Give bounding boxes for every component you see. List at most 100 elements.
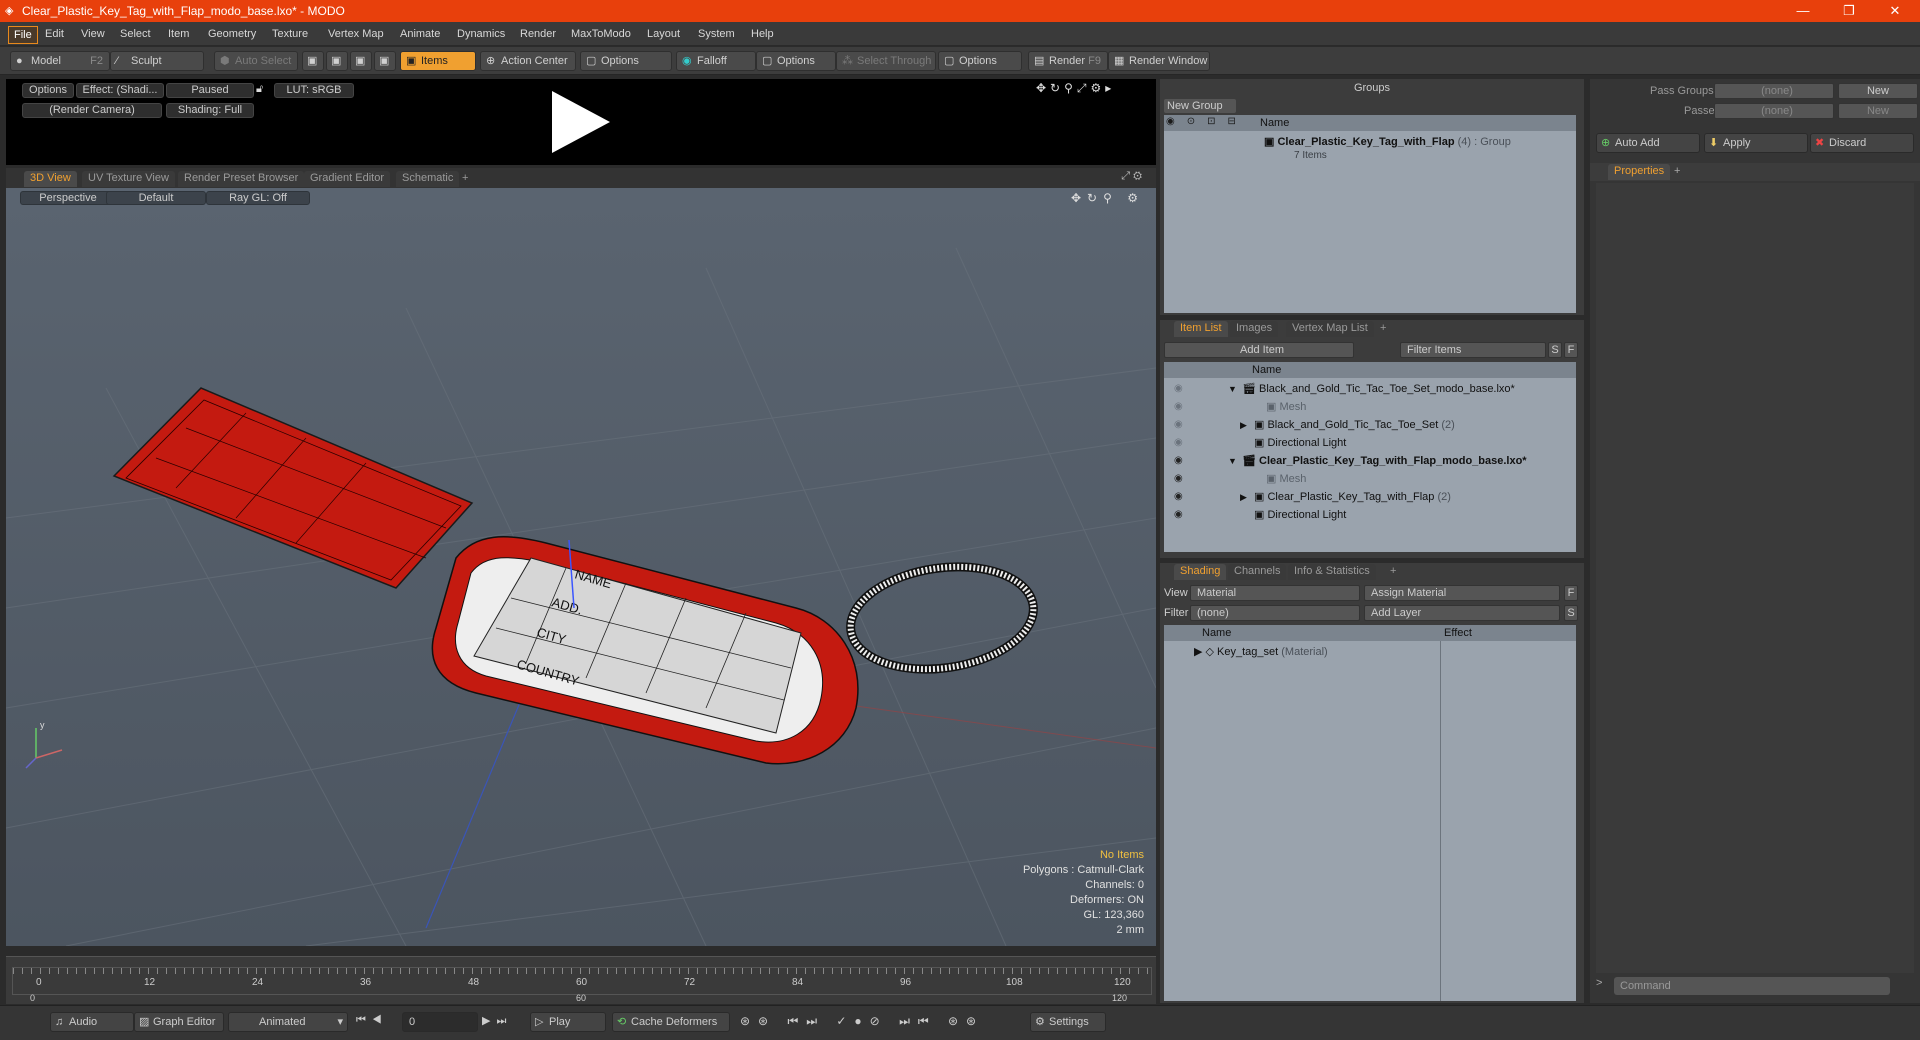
- viewport-maximize-icon[interactable]: ⤢ ⚙: [1121, 170, 1142, 183]
- new-pass-group-button[interactable]: New: [1838, 83, 1918, 99]
- menu-help[interactable]: Help: [746, 26, 779, 42]
- menu-edit[interactable]: Edit: [40, 26, 69, 42]
- expand-icon[interactable]: ▶: [1194, 646, 1206, 658]
- visibility-eye-icon[interactable]: ◉: [1174, 416, 1186, 430]
- keyframe-tools-icons[interactable]: ⊛⊛ ⏮⏭ ✓●⊘ ⏭⏮ ⊛⊛: [740, 1014, 984, 1029]
- model-button[interactable]: ● Model F2: [10, 51, 110, 71]
- item-list-row[interactable]: ◉ ▣ Directional Light: [1164, 434, 1576, 452]
- view-dropdown[interactable]: Material: [1190, 585, 1360, 601]
- falloff-button[interactable]: ◉ Falloff: [676, 51, 756, 71]
- chevron-right-icon[interactable]: ▶: [1240, 488, 1247, 506]
- menu-select[interactable]: Select: [115, 26, 156, 42]
- menu-view[interactable]: View: [76, 26, 110, 42]
- menu-vertex-map[interactable]: Vertex Map: [323, 26, 389, 42]
- menu-render[interactable]: Render: [515, 26, 561, 42]
- play-button[interactable]: ▷ Play: [530, 1012, 606, 1032]
- tab-add-shading[interactable]: +: [1384, 564, 1402, 580]
- polygon-mode-button[interactable]: ▣: [350, 51, 372, 71]
- auto-select-button[interactable]: ⬢ Auto Select: [214, 51, 298, 71]
- tab-uv-texture-view[interactable]: UV Texture View: [82, 171, 175, 187]
- action-center-options-button[interactable]: ▢ Options: [580, 51, 672, 71]
- passes-dropdown[interactable]: (none): [1714, 103, 1834, 119]
- visibility-eye-icon[interactable]: ◉: [1174, 488, 1186, 502]
- paused-button[interactable]: Paused: [166, 83, 254, 98]
- select-through-options-button[interactable]: ▢ Options: [938, 51, 1022, 71]
- items-mode-button[interactable]: ▣ Items: [400, 51, 476, 71]
- shading-s-button[interactable]: S: [1564, 605, 1578, 621]
- properties-add-tab-icon[interactable]: +: [1674, 165, 1680, 177]
- item-list-row[interactable]: ◉ ▣ Directional Light: [1164, 506, 1576, 524]
- shader-row-material[interactable]: ▶ ◇ Key_tag_set (Material): [1194, 643, 1328, 661]
- item-list-row[interactable]: ◉ ▣ Mesh: [1164, 470, 1576, 488]
- tab-properties[interactable]: Properties: [1608, 164, 1671, 180]
- menu-texture[interactable]: Texture: [267, 26, 313, 42]
- graph-editor-button[interactable]: ▨ Graph Editor: [134, 1012, 224, 1032]
- edge-mode-button[interactable]: ▣: [326, 51, 348, 71]
- preview-nav-icons[interactable]: ✥↻⚲⤢⚙▸: [1036, 81, 1115, 96]
- shading-f-button[interactable]: F: [1564, 585, 1578, 601]
- menu-animate[interactable]: Animate: [395, 26, 445, 42]
- visibility-eye-icon[interactable]: ◉: [1174, 470, 1186, 484]
- assign-material-dropdown[interactable]: Assign Material: [1364, 585, 1560, 601]
- tab-item-list[interactable]: Item List: [1174, 321, 1228, 337]
- pass-groups-dropdown[interactable]: (none): [1714, 83, 1834, 99]
- tab-vertex-map-list[interactable]: Vertex Map List: [1286, 321, 1374, 337]
- preview-options-button[interactable]: Options: [22, 83, 74, 98]
- apply-button[interactable]: ⬇ Apply: [1704, 133, 1808, 153]
- visibility-eye-icon[interactable]: ◉: [1174, 398, 1186, 412]
- tab-add-itemlist[interactable]: +: [1374, 321, 1392, 337]
- add-layer-dropdown[interactable]: Add Layer: [1364, 605, 1560, 621]
- sculpt-button[interactable]: ⁄ Sculpt: [110, 51, 204, 71]
- visibility-eye-icon[interactable]: ◉: [1174, 452, 1186, 466]
- cache-deformers-button[interactable]: ⟲ Cache Deformers: [612, 1012, 730, 1032]
- falloff-options-button[interactable]: ▢ Options: [756, 51, 836, 71]
- close-button[interactable]: ✕: [1872, 0, 1918, 22]
- item-list-row[interactable]: ◉ ▼ 🎬︎ Black_and_Gold_Tic_Tac_Toe_Set_modo…: [1164, 380, 1576, 398]
- transport-prev-icons[interactable]: ⏮◀: [356, 1014, 388, 1027]
- animated-dropdown[interactable]: Animated ▾: [228, 1012, 348, 1032]
- filter-dropdown[interactable]: (none): [1190, 605, 1360, 621]
- menu-layout[interactable]: Layout: [642, 26, 685, 42]
- vertex-mode-button[interactable]: ▣: [302, 51, 324, 71]
- frame-input[interactable]: 0: [402, 1012, 478, 1032]
- lut-dropdown[interactable]: LUT: sRGB: [274, 83, 354, 98]
- tab-shading[interactable]: Shading: [1174, 564, 1227, 580]
- filter-items-input[interactable]: Filter Items: [1400, 342, 1546, 358]
- menu-maxtomodo[interactable]: MaxToModo: [566, 26, 636, 42]
- minimize-button[interactable]: —: [1780, 0, 1826, 22]
- auto-add-button[interactable]: ⊕ Auto Add: [1596, 133, 1700, 153]
- material-mode-button[interactable]: ▣: [374, 51, 396, 71]
- tab-add[interactable]: +: [456, 171, 474, 187]
- play-icon[interactable]: [546, 87, 616, 157]
- timeline[interactable]: 0 12 24 36 48 60 72 84 96 108 120 0 60 1…: [6, 956, 1156, 1004]
- tab-gradient-editor[interactable]: Gradient Editor: [304, 171, 390, 187]
- 3d-viewport[interactable]: Perspective Default Ray GL: Off ✥↻⚲ ⚙ NA…: [6, 188, 1156, 946]
- transport-next-icons[interactable]: ▶⏭: [482, 1014, 512, 1028]
- chevron-down-icon[interactable]: ▼: [1228, 452, 1237, 470]
- render-camera-dropdown[interactable]: (Render Camera): [22, 103, 162, 118]
- menu-system[interactable]: System: [693, 26, 740, 42]
- item-list-row[interactable]: ◉ ▣ Mesh: [1164, 398, 1576, 416]
- tab-render-preset-browser[interactable]: Render Preset Browser: [178, 171, 305, 187]
- render-button[interactable]: ▤ Render F9: [1028, 51, 1108, 71]
- item-list-row[interactable]: ◉ ▶ ▣ Clear_Plastic_Key_Tag_with_Flap (2): [1164, 488, 1576, 506]
- lock-icon[interactable]: 🔓︎: [256, 83, 263, 96]
- select-through-button[interactable]: ⁂ Select Through: [836, 51, 936, 71]
- menu-file[interactable]: File: [8, 26, 38, 44]
- new-group-button[interactable]: New Group: [1164, 99, 1236, 113]
- filter-f-button[interactable]: F: [1564, 342, 1578, 358]
- chevron-right-icon[interactable]: ▶: [1240, 416, 1247, 434]
- render-window-button[interactable]: ▦ Render Window: [1108, 51, 1210, 71]
- audio-button[interactable]: ♫ Audio: [50, 1012, 134, 1032]
- tab-3d-view[interactable]: 3D View: [24, 171, 77, 187]
- action-center-button[interactable]: ⊕ Action Center: [480, 51, 576, 71]
- effect-dropdown[interactable]: Effect: (Shadi...: [76, 83, 164, 98]
- tab-info-statistics[interactable]: Info & Statistics: [1288, 564, 1376, 580]
- discard-button[interactable]: ✖ Discard: [1810, 133, 1914, 153]
- menu-geometry[interactable]: Geometry: [203, 26, 261, 42]
- command-input[interactable]: Command: [1614, 977, 1890, 995]
- shading-dropdown[interactable]: Shading: Full: [166, 103, 254, 118]
- visibility-eye-icon[interactable]: ◉: [1174, 434, 1186, 448]
- item-list-row[interactable]: ◉ ▶ ▣ Black_and_Gold_Tic_Tac_Toe_Set (2): [1164, 416, 1576, 434]
- menu-item[interactable]: Item: [163, 26, 194, 42]
